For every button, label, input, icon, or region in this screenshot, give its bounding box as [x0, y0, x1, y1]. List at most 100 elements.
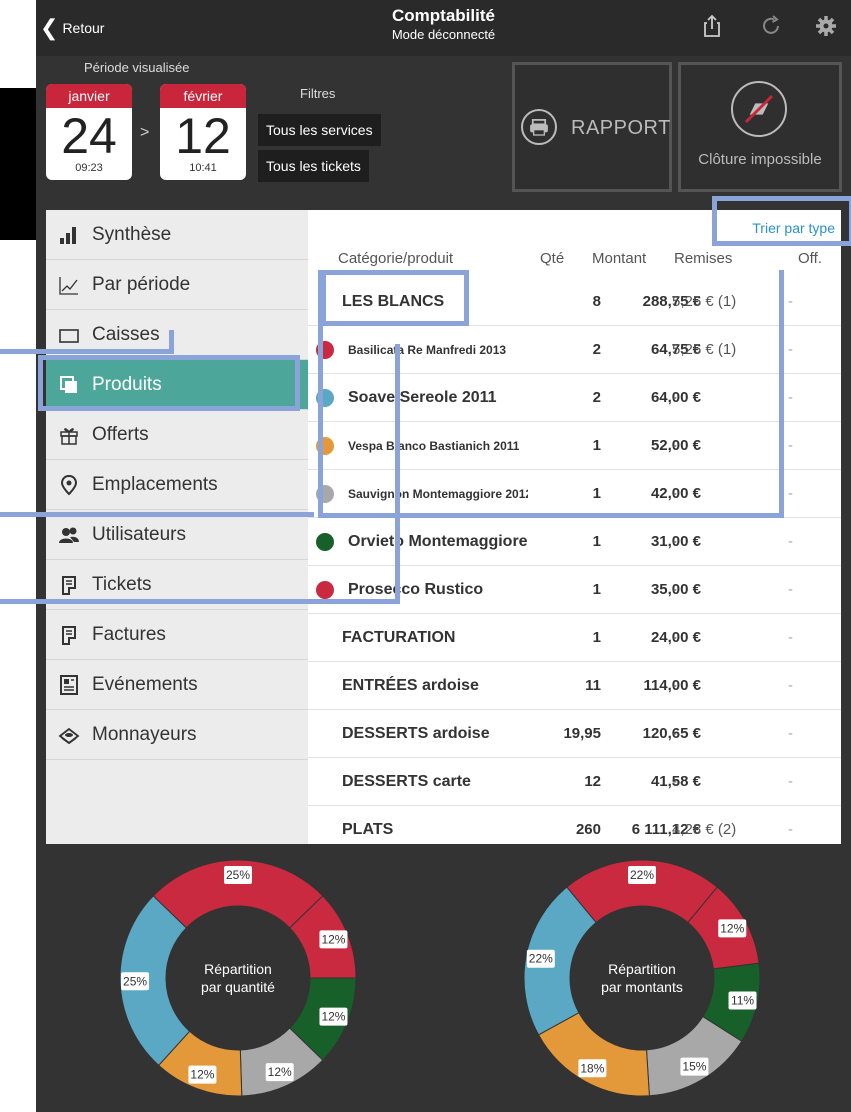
- column-header-amount: Montant: [592, 250, 647, 267]
- annotation-emplacements-line: [0, 512, 314, 517]
- row-qty: 1: [592, 629, 601, 646]
- report-label: RAPPORT: [571, 117, 671, 139]
- row-qty: 1: [592, 581, 601, 598]
- row-offered: -: [788, 629, 793, 646]
- refresh-icon[interactable]: [759, 14, 783, 38]
- gear-icon[interactable]: [814, 14, 838, 38]
- row-offered: -: [788, 725, 793, 742]
- column-header-product: Catégorie/produit: [338, 250, 454, 267]
- row-offered: -: [788, 293, 793, 310]
- printer-icon: [521, 109, 557, 145]
- row-qty: 1: [592, 533, 601, 550]
- donut-slice-label: 22%: [630, 868, 654, 882]
- start-time: 09:23: [75, 162, 103, 174]
- donut-title: Répartition: [204, 961, 272, 977]
- row-name: PLATS: [342, 821, 394, 838]
- services-filter-button[interactable]: Tous les services: [258, 114, 381, 146]
- coin-machine-icon: [58, 727, 80, 744]
- row-offered: -: [788, 821, 793, 838]
- sidebar-item-label: Monnayeurs: [92, 723, 197, 745]
- donut-slice-label: 12%: [321, 1010, 345, 1024]
- sidebar-item-label: Par période: [92, 273, 191, 295]
- row-offered: -: [788, 389, 793, 406]
- donut-center: [570, 906, 714, 1050]
- row-discount: -: [672, 677, 677, 694]
- table-row[interactable]: PLATS 260 6 111,12 €4,28 € (2) -: [308, 806, 841, 844]
- tickets-filter-button[interactable]: Tous les tickets: [258, 150, 369, 182]
- row-qty: 12: [584, 773, 601, 790]
- row-discount: -: [672, 533, 677, 550]
- annotation-sidebar-bracket: [0, 344, 400, 604]
- invoice-icon: [62, 625, 76, 645]
- end-time: 10:41: [189, 162, 217, 174]
- cloture-disabled-icon: [731, 81, 787, 137]
- column-header-offered: Off.: [798, 250, 822, 267]
- cloture-button[interactable]: Clôture impossible: [678, 62, 842, 192]
- table-row[interactable]: ENTRÉES ardoise 11 114,00 € - -: [308, 662, 841, 710]
- row-offered: -: [788, 677, 793, 694]
- start-date-picker[interactable]: janvier 24 09:23: [46, 84, 132, 180]
- sidebar-item-monnayeurs[interactable]: Monnayeurs: [46, 710, 308, 760]
- sidebar-item-evenements[interactable]: Evénements: [46, 660, 308, 710]
- donut-slice-label: 22%: [529, 952, 553, 966]
- row-qty: 19,95: [563, 725, 601, 742]
- row-discount: -: [672, 725, 677, 742]
- end-date-picker[interactable]: février 12 10:41: [160, 84, 246, 180]
- start-month: janvier: [46, 84, 132, 108]
- end-month: février: [160, 84, 246, 108]
- sidebar-item-synthese[interactable]: Synthèse: [46, 210, 308, 260]
- table-row[interactable]: DESSERTS carte 12 41,58 € - -: [308, 758, 841, 806]
- sidebar-item-par-periode[interactable]: Par période: [46, 260, 308, 310]
- row-qty: 11: [585, 677, 601, 694]
- period-label: Période visualisée: [84, 60, 190, 75]
- row-name: DESSERTS ardoise: [342, 725, 490, 742]
- row-offered: -: [788, 437, 793, 454]
- row-offered: -: [788, 773, 793, 790]
- donut-slice-label: 12%: [190, 1068, 214, 1082]
- row-offered: -: [788, 485, 793, 502]
- events-icon: [60, 674, 78, 695]
- column-header-discounts: Remises: [674, 250, 733, 267]
- donut-title: par montants: [601, 979, 683, 995]
- row-offered: -: [788, 581, 793, 598]
- line-chart-icon: [59, 276, 78, 295]
- start-day: 24: [61, 108, 117, 164]
- donut-slice-label: 15%: [682, 1060, 706, 1074]
- row-discount: -: [672, 581, 677, 598]
- row-discount: -: [672, 629, 677, 646]
- row-qty: 260: [575, 821, 601, 838]
- donut-title: Répartition: [608, 961, 676, 977]
- row-name: FACTURATION: [342, 629, 456, 646]
- row-discount: 4,28 € (2): [672, 821, 737, 838]
- donut-title: par quantité: [201, 979, 275, 995]
- bar-chart-icon: [60, 226, 76, 244]
- table-row[interactable]: DESSERTS ardoise 19,95 120,65 € - -: [308, 710, 841, 758]
- amount-donut-chart: 22% 12% 11% 15% 18% 22% Répartition par montant…: [523, 859, 761, 1097]
- end-day: 12: [175, 108, 231, 164]
- quantity-donut-chart: 25% 12% 12% 12% 12% 25% Répartition par quantit…: [119, 859, 357, 1097]
- top-bar: ❮ Retour Comptabilité Mode déconnecté: [36, 0, 851, 56]
- black-overlay-block: [0, 88, 36, 240]
- page-subtitle: Mode déconnecté: [391, 27, 496, 42]
- cloture-label: Clôture impossible: [698, 151, 822, 168]
- donut-slice-label: 18%: [580, 1061, 604, 1075]
- report-button[interactable]: RAPPORT: [512, 62, 672, 192]
- row-discount: -: [672, 773, 677, 790]
- row-name: DESSERTS carte: [342, 773, 471, 790]
- row-name: ENTRÉES ardoise: [342, 677, 479, 694]
- annotation-sort-box: [712, 196, 851, 246]
- donut-slice-label: 25%: [226, 868, 250, 882]
- sidebar-item-factures[interactable]: Factures: [46, 610, 308, 660]
- table-row[interactable]: FACTURATION 1 24,00 € - -: [308, 614, 841, 662]
- page-title: Comptabilité: [392, 6, 495, 25]
- row-offered: -: [788, 341, 793, 358]
- title-block: Comptabilité Mode déconnecté: [36, 6, 851, 42]
- column-header-qty: Qté: [540, 250, 565, 267]
- donut-slice-label: 12%: [720, 921, 744, 935]
- donut-slice-label: 11%: [731, 993, 754, 1007]
- share-icon[interactable]: [700, 14, 724, 38]
- filters-label: Filtres: [300, 86, 336, 101]
- period-arrow: >: [140, 124, 150, 141]
- sidebar-item-label: Synthèse: [92, 223, 172, 245]
- sidebar-item-label: Factures: [92, 623, 166, 645]
